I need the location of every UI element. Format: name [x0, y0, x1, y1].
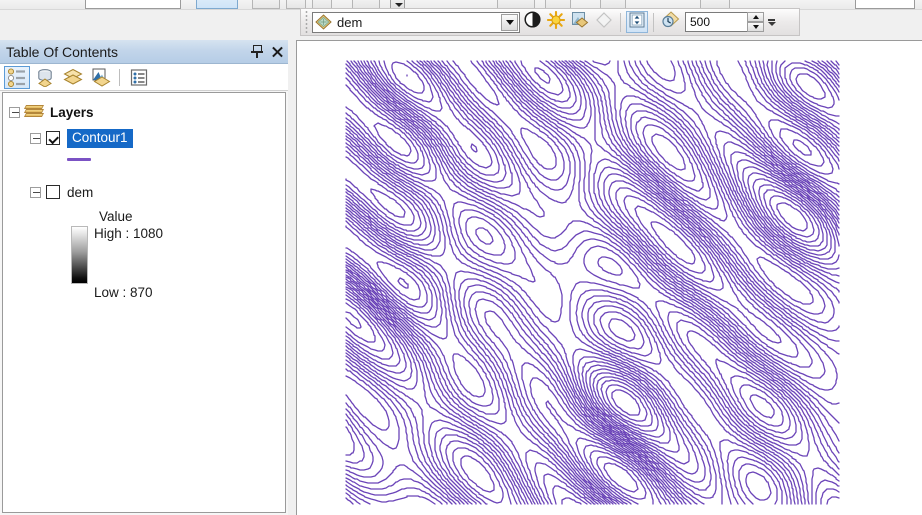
partial-toolbar-button-2[interactable]: [252, 0, 280, 9]
toolbar-overflow-icon[interactable]: [766, 10, 777, 34]
toc-toolbar: [0, 64, 288, 91]
brightness-button[interactable]: [545, 10, 567, 34]
effects-layer-name: dem: [337, 14, 363, 30]
legend-high-label: High : 1080: [94, 226, 164, 241]
tree-node-layers[interactable]: Layers: [9, 101, 285, 123]
arcmap-window: dem 500 Table Of Contents Layers Contour…: [0, 0, 922, 515]
layer-visibility-checkbox-contour1[interactable]: [46, 131, 60, 145]
effects-layer-combo[interactable]: dem: [312, 11, 520, 33]
list-by-drawing-order-icon[interactable]: [4, 65, 30, 89]
flicker-clock-icon: [661, 10, 680, 34]
map-canvas[interactable]: [297, 41, 922, 515]
spinner-down-icon[interactable]: [747, 22, 764, 32]
flicker-speed-input[interactable]: 500: [685, 12, 747, 32]
toc-toolbar-separator: [119, 68, 120, 86]
swipe-button[interactable]: [593, 11, 615, 33]
toolbar-grip[interactable]: [303, 11, 310, 33]
legend-symbol-contour1: [67, 149, 285, 169]
transparency-icon: [571, 11, 589, 34]
auto-hide-pin-icon[interactable]: [248, 43, 266, 61]
layer-label-contour1[interactable]: Contour1: [67, 128, 133, 148]
layer-tree: Layers Contour1 dem Value High: 1080 Lo…: [3, 93, 285, 300]
contrast-icon: [523, 11, 541, 33]
contour-layer: [345, 60, 840, 505]
spinner-up-icon[interactable]: [747, 12, 764, 22]
transparency-button[interactable]: [569, 11, 591, 33]
effects-toolbar: dem 500: [300, 8, 800, 36]
layer-label-dem[interactable]: dem: [67, 185, 93, 200]
partial-text-box[interactable]: [855, 0, 915, 9]
swipe-diamond-icon: [595, 11, 613, 34]
chevron-down-icon[interactable]: [501, 13, 518, 31]
layer-visibility-checkbox-dem[interactable]: [46, 185, 60, 199]
close-icon[interactable]: [268, 43, 286, 61]
flicker-speed-button[interactable]: [659, 10, 681, 34]
layers-dataframe-icon: [23, 104, 45, 120]
layers-root-label: Layers: [50, 104, 94, 120]
toc-title: Table Of Contents: [6, 43, 119, 60]
legend-heading-value: Value: [99, 209, 133, 224]
collapse-minus-icon[interactable]: [9, 106, 20, 118]
table-of-contents-panel: Table Of Contents Layers Contour1 dem Va…: [0, 40, 288, 515]
partial-combo-box[interactable]: [85, 0, 181, 9]
toc-options-icon[interactable]: [126, 66, 152, 89]
panel-splitter[interactable]: [288, 40, 296, 515]
tree-node-contour1[interactable]: Contour1: [30, 127, 285, 149]
toolbar-separator-2: [653, 12, 654, 32]
color-ramp-swatch: [71, 226, 88, 284]
list-by-source-icon[interactable]: [32, 66, 58, 89]
flicker-speed-spinner[interactable]: 500: [685, 12, 764, 32]
toc-tree-container[interactable]: Layers Contour1 dem Value High: 1080 Lo…: [2, 92, 286, 513]
contrast-button[interactable]: [521, 11, 543, 33]
legend-low-label: Low : 870: [94, 285, 153, 300]
flicker-button[interactable]: [626, 11, 648, 33]
partial-toolbar-button-1[interactable]: [196, 0, 238, 9]
flicker-icon: [629, 12, 645, 33]
toolbar-separator: [620, 12, 621, 32]
brightness-sun-icon: [546, 10, 566, 34]
tree-node-dem[interactable]: dem: [30, 181, 285, 203]
map-data-frame[interactable]: [296, 40, 922, 515]
toc-header: Table Of Contents: [0, 40, 288, 64]
legend-dem: Value High : 1080 Low : 870: [71, 209, 285, 300]
list-by-visibility-icon[interactable]: [60, 66, 86, 89]
collapse-minus-icon[interactable]: [30, 132, 41, 144]
line-symbol-swatch: [67, 157, 91, 161]
raster-layer-icon: [315, 14, 332, 30]
list-by-selection-icon[interactable]: [88, 66, 114, 89]
collapse-minus-icon[interactable]: [30, 186, 41, 198]
